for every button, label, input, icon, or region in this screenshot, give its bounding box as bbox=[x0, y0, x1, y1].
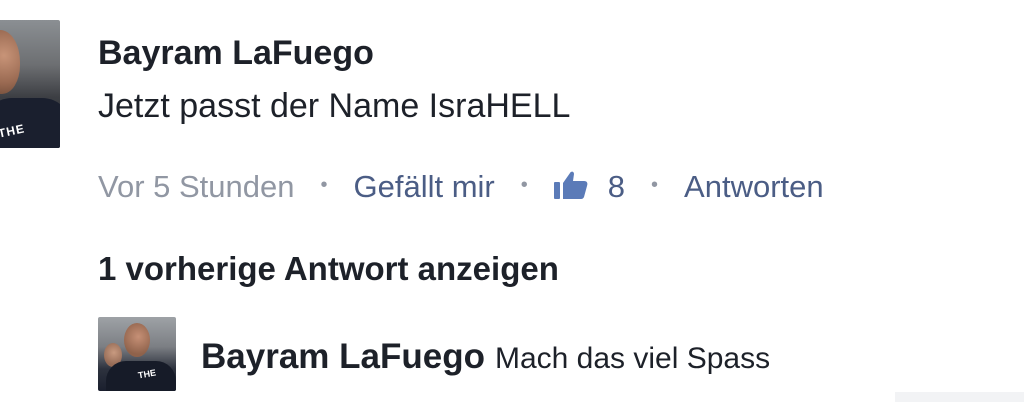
reply-author-name[interactable]: Bayram LaFuego bbox=[201, 337, 485, 376]
avatar-face bbox=[0, 30, 20, 94]
reply-line: Bayram LaFuego Mach das viel Spass bbox=[201, 337, 770, 377]
reply-avatar[interactable]: THE bbox=[98, 317, 176, 391]
meta-separator: • bbox=[651, 173, 659, 196]
comment-timestamp[interactable]: Vor 5 Stunden bbox=[98, 169, 295, 205]
bottom-divider bbox=[895, 392, 1024, 402]
like-button[interactable]: Gefällt mir bbox=[354, 169, 495, 205]
comment-author-name[interactable]: Bayram LaFuego bbox=[98, 34, 374, 73]
comment-text: Jetzt passt der Name IsraHELL bbox=[98, 87, 571, 125]
thumbs-up-icon bbox=[553, 171, 588, 199]
reply-avatar-face bbox=[124, 323, 150, 357]
like-count: 8 bbox=[607, 169, 626, 204]
like-count-button[interactable]: 8 bbox=[553, 169, 626, 205]
comment-thread: THE Bayram LaFuego Jetzt passt der Name … bbox=[0, 0, 1024, 402]
show-previous-replies-link[interactable]: 1 vorherige Antwort anzeigen bbox=[98, 250, 559, 288]
avatar[interactable]: THE bbox=[0, 20, 60, 148]
avatar-shirt bbox=[0, 98, 60, 148]
reply-text: Mach das viel Spass bbox=[494, 342, 771, 375]
meta-separator: • bbox=[320, 173, 328, 196]
comment-meta-row: Vor 5 Stunden • Gefällt mir • 8 • Antwor… bbox=[98, 167, 824, 207]
reply-button[interactable]: Antworten bbox=[684, 169, 824, 205]
meta-separator: • bbox=[520, 173, 528, 196]
